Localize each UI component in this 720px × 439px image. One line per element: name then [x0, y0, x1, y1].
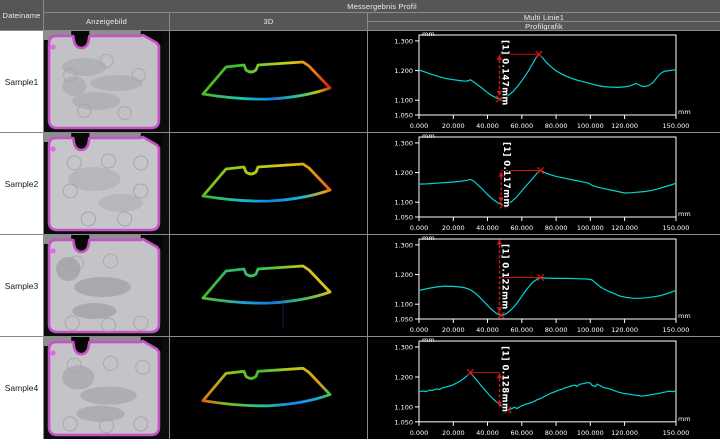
part-photo-image [44, 31, 169, 132]
svg-text:1.200: 1.200 [394, 271, 413, 279]
svg-text:40.000: 40.000 [476, 122, 499, 130]
svg-text:60.000: 60.000 [510, 122, 533, 130]
svg-text:120.000: 120.000 [611, 224, 638, 232]
svg-text:[1] 0.122mm: [1] 0.122mm [500, 244, 510, 310]
svg-text:mm: mm [678, 312, 691, 320]
profile-graph: 1.300 1.200 1.100 1.050 0.000 20.000 40.000 60.… [368, 133, 720, 234]
svg-text:mm: mm [422, 133, 435, 140]
sample-3d-view[interactable] [170, 31, 367, 132]
profile-graph: 1.300 1.200 1.100 1.050 0.000 20.000 40.000 60.… [368, 337, 720, 439]
column-header-profilgrafik: Profilgrafik [368, 22, 720, 30]
svg-text:1.200: 1.200 [394, 169, 413, 177]
svg-text:mm: mm [678, 108, 691, 116]
svg-text:20.000: 20.000 [442, 326, 465, 334]
svg-text:100.000: 100.000 [577, 326, 604, 334]
sample-photo[interactable] [44, 337, 169, 439]
height-map-3d-outline [170, 133, 367, 234]
svg-text:80.000: 80.000 [545, 122, 568, 130]
column-header-anzeigebild: Anzeigebild [44, 13, 169, 30]
svg-text:150.000: 150.000 [663, 429, 690, 437]
svg-text:60.000: 60.000 [510, 326, 533, 334]
results-table: Dateiname Messergebnis Profil Anzeigebil… [0, 0, 720, 439]
sample-3d-view[interactable] [170, 133, 367, 234]
column-header-multi-linie1: Multi Linie1 [368, 13, 720, 21]
svg-text:mm: mm [422, 31, 435, 38]
svg-text:150.000: 150.000 [663, 224, 690, 232]
height-map-3d-outline [170, 235, 367, 336]
svg-text:[1] 0.128mm: [1] 0.128mm [500, 346, 510, 412]
svg-text:40.000: 40.000 [476, 326, 499, 334]
svg-text:mm: mm [678, 210, 691, 218]
part-photo-image [44, 337, 169, 439]
svg-text:mm: mm [422, 337, 435, 344]
svg-text:1.050: 1.050 [394, 111, 413, 119]
svg-text:1.100: 1.100 [394, 403, 413, 411]
sample-name-cell[interactable]: Sample2 [0, 133, 43, 234]
svg-text:1.100: 1.100 [394, 97, 413, 105]
svg-text:1.300: 1.300 [394, 241, 413, 249]
svg-text:1.050: 1.050 [394, 418, 413, 426]
svg-text:[1] 0.147mm: [1] 0.147mm [500, 40, 510, 106]
svg-text:120.000: 120.000 [611, 429, 638, 437]
sample-profile-chart[interactable]: 1.300 1.200 1.100 1.050 0.000 20.000 40.000 60.… [368, 235, 720, 336]
sample-photo[interactable] [44, 31, 169, 132]
column-header-3d: 3D [170, 13, 367, 30]
svg-text:120.000: 120.000 [611, 326, 638, 334]
sample-name-cell[interactable]: Sample3 [0, 235, 43, 336]
svg-text:20.000: 20.000 [442, 122, 465, 130]
svg-text:mm: mm [678, 415, 691, 423]
svg-text:1.300: 1.300 [394, 343, 413, 351]
sample-profile-chart[interactable]: 1.300 1.200 1.100 1.050 0.000 20.000 40.000 60.… [368, 337, 720, 439]
svg-text:1.300: 1.300 [394, 139, 413, 147]
column-group-header-messergebnis-profil: Messergebnis Profil [44, 0, 720, 12]
svg-text:20.000: 20.000 [442, 429, 465, 437]
sample-profile-chart[interactable]: 1.300 1.200 1.100 1.050 0.000 20.000 40.000 60.… [368, 133, 720, 234]
sample-name-cell[interactable]: Sample4 [0, 337, 43, 439]
svg-text:[1] 0.117mm: [1] 0.117mm [501, 142, 511, 208]
sample-photo[interactable] [44, 235, 169, 336]
svg-text:0.000: 0.000 [410, 326, 429, 334]
svg-text:1.100: 1.100 [394, 199, 413, 207]
svg-text:100.000: 100.000 [577, 429, 604, 437]
part-photo-image [44, 133, 169, 234]
svg-text:1.200: 1.200 [394, 67, 413, 75]
svg-text:120.000: 120.000 [611, 122, 638, 130]
profile-graph: 1.300 1.200 1.100 1.050 0.000 20.000 40.000 60.… [368, 235, 720, 336]
svg-text:100.000: 100.000 [577, 224, 604, 232]
svg-text:1.050: 1.050 [394, 315, 413, 323]
height-map-3d-outline [170, 337, 367, 439]
sample-3d-view[interactable] [170, 337, 367, 439]
svg-text:0.000: 0.000 [410, 429, 429, 437]
svg-text:0.000: 0.000 [410, 122, 429, 130]
measurement-report-window: Dateiname Messergebnis Profil Anzeigebil… [0, 0, 720, 439]
profile-graph: 1.300 1.200 1.100 1.050 0.000 20.000 40.000 60.… [368, 31, 720, 132]
svg-text:0.000: 0.000 [410, 224, 429, 232]
svg-text:60.000: 60.000 [510, 224, 533, 232]
svg-text:80.000: 80.000 [545, 326, 568, 334]
svg-text:150.000: 150.000 [663, 326, 690, 334]
sample-profile-chart[interactable]: 1.300 1.200 1.100 1.050 0.000 20.000 40.000 60.… [368, 31, 720, 132]
svg-text:80.000: 80.000 [545, 429, 568, 437]
svg-text:60.000: 60.000 [510, 429, 533, 437]
svg-text:1.100: 1.100 [394, 301, 413, 309]
column-header-dateiname: Dateiname [0, 0, 43, 30]
sample-name-cell[interactable]: Sample1 [0, 31, 43, 132]
svg-text:40.000: 40.000 [476, 224, 499, 232]
svg-text:100.000: 100.000 [577, 122, 604, 130]
svg-text:150.000: 150.000 [663, 122, 690, 130]
svg-text:mm: mm [422, 235, 435, 242]
part-photo-image [44, 235, 169, 336]
svg-text:1.300: 1.300 [394, 37, 413, 45]
svg-text:40.000: 40.000 [476, 429, 499, 437]
svg-text:20.000: 20.000 [442, 224, 465, 232]
svg-text:1.200: 1.200 [394, 373, 413, 381]
height-map-3d-outline [170, 31, 367, 132]
sample-photo[interactable] [44, 133, 169, 234]
sample-3d-view[interactable] [170, 235, 367, 336]
svg-text:80.000: 80.000 [545, 224, 568, 232]
svg-text:1.050: 1.050 [394, 213, 413, 221]
